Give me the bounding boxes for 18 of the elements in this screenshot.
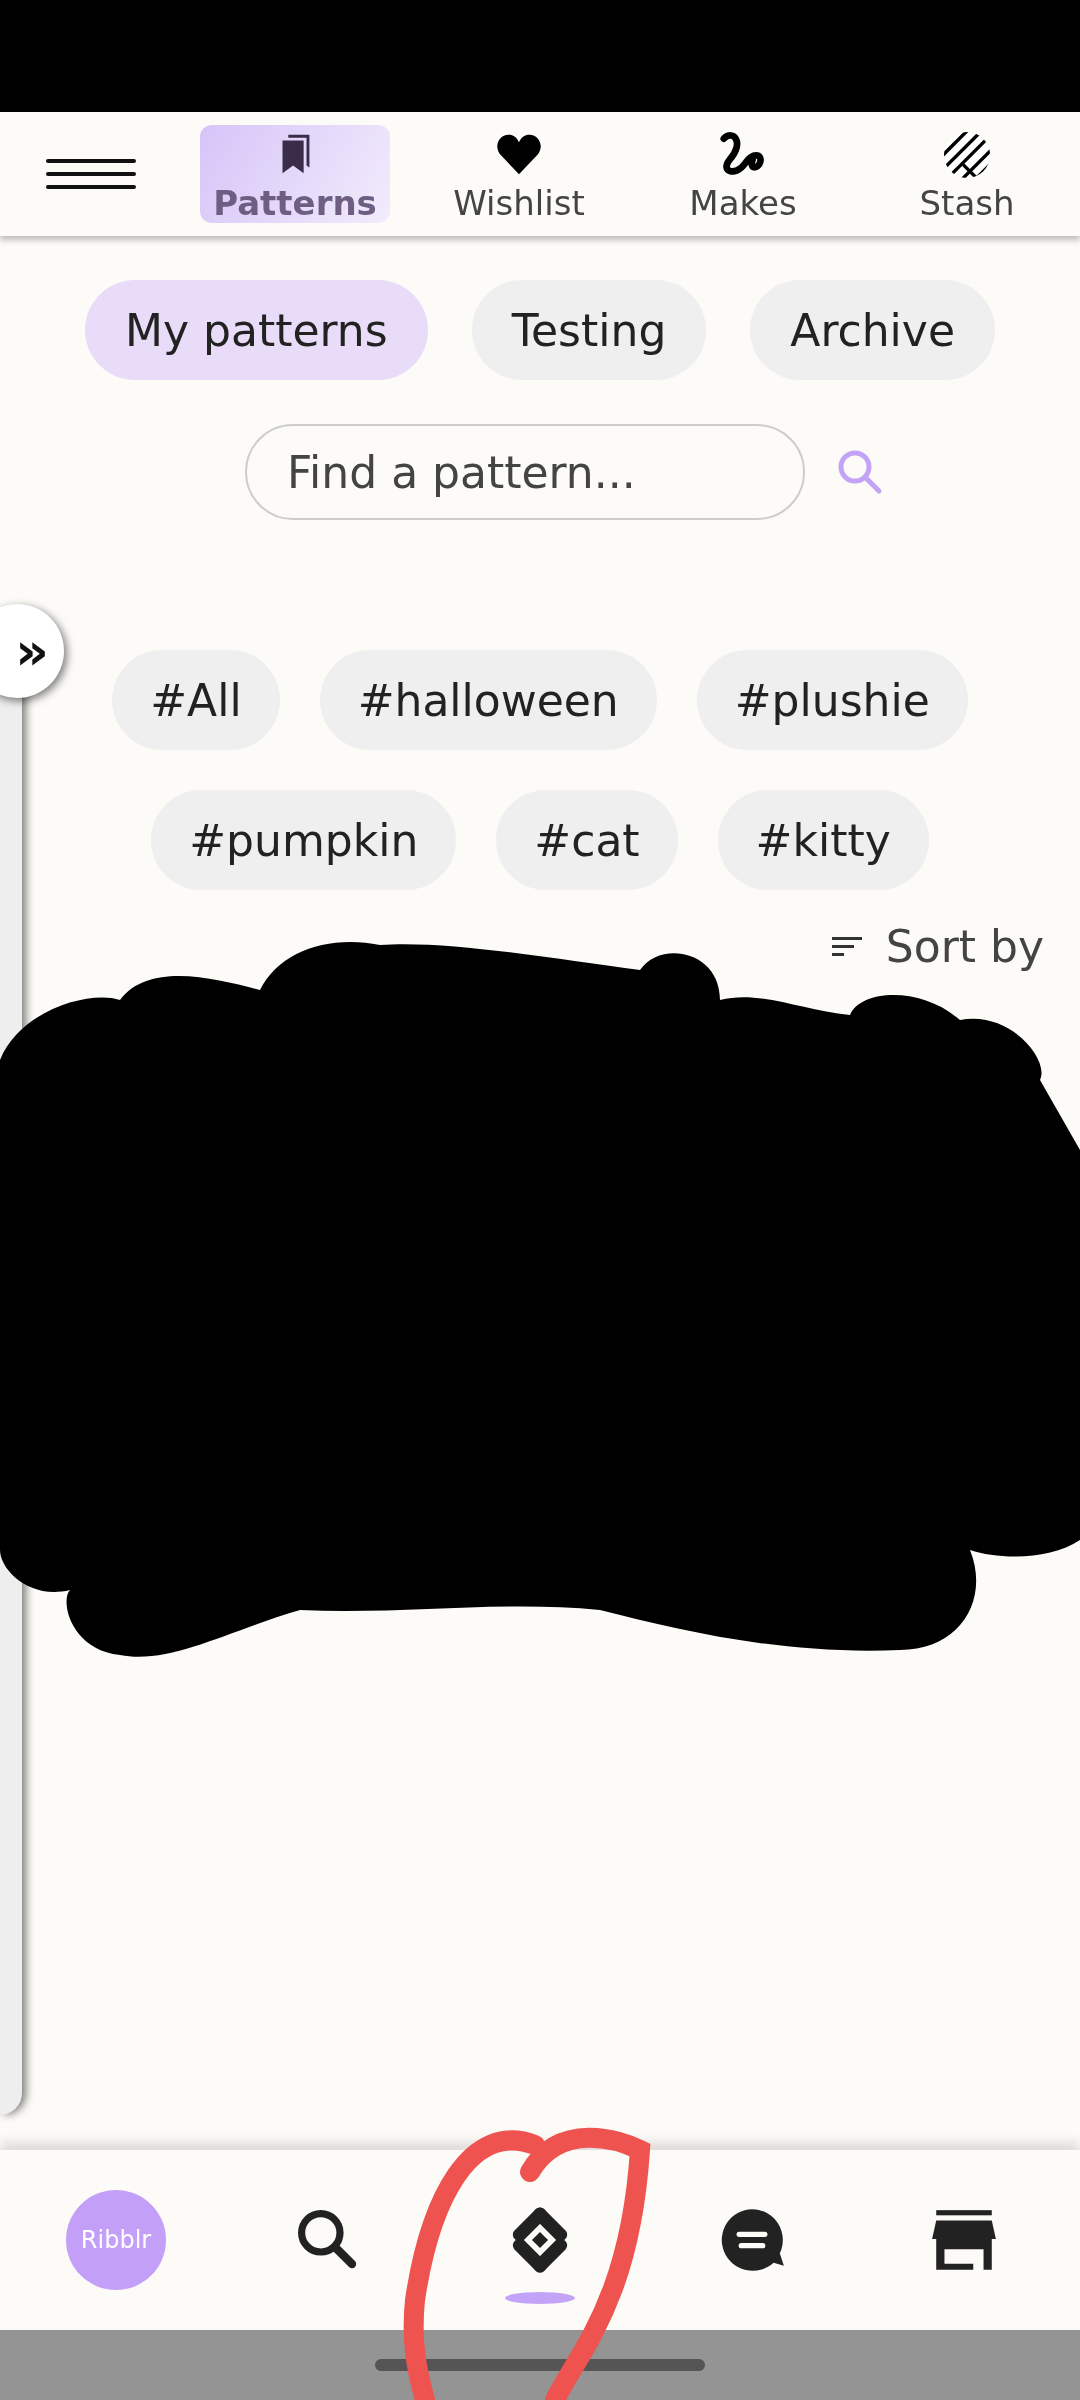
search-field[interactable]: Find a pattern... [245,424,805,520]
filter-chip[interactable]: Archive [750,280,995,380]
filter-chip[interactable]: My patterns [85,280,428,380]
nav-tab[interactable]: Wishlist [424,125,614,223]
tag-chip[interactable]: #halloween [319,650,657,750]
menu-icon[interactable] [46,159,136,189]
drawer-handle[interactable]: » [0,604,64,698]
filter-chip[interactable]: Testing [471,280,707,380]
nav-tab[interactable]: Makes [648,125,838,223]
tag-chip[interactable]: #pumpkin [151,790,457,890]
tag-chip[interactable]: #plushie [696,650,968,750]
tag-chip[interactable]: #All [112,650,280,750]
nav-tab[interactable]: Patterns [200,125,390,223]
sort-icon [831,936,862,957]
tag-chip[interactable]: #cat [496,790,678,890]
tag-chip[interactable]: #kitty [717,790,929,890]
sort-button[interactable]: Sort by [825,920,1050,973]
nav-tab[interactable]: Stash [872,125,1062,223]
